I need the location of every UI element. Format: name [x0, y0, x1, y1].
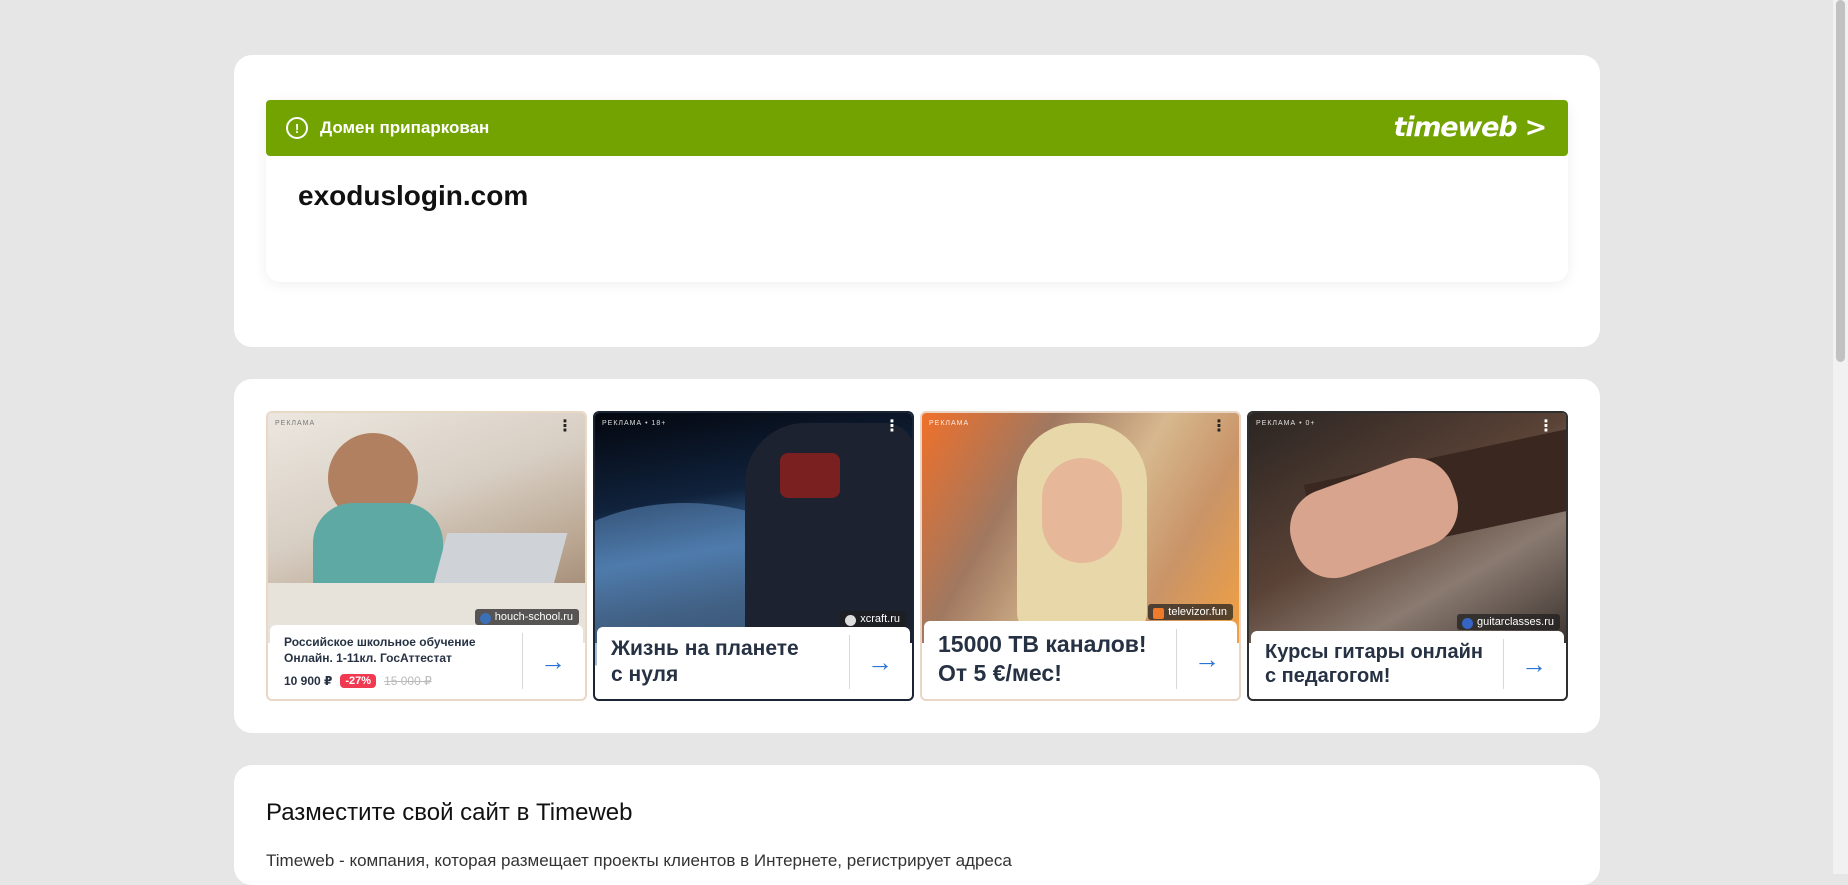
price-row: 10 900 ₽ -27% 15 000 ₽ — [284, 674, 522, 688]
ad-label: РЕКЛАМА • 0+ — [1256, 420, 1316, 427]
source-icon — [845, 615, 857, 626]
parked-banner[interactable]: ! Домен припаркован timeweb > — [266, 100, 1568, 156]
scrollbar[interactable] — [1833, 0, 1848, 874]
source-icon — [479, 613, 491, 624]
ad-title: Российское школьное обучение Онлайн. 1-1… — [284, 635, 476, 665]
ad-image — [595, 413, 912, 683]
arrow-right-icon[interactable]: → — [1504, 649, 1564, 680]
ads-row: РЕКЛАМА ⋮ houch-school.ru Российское шко… — [266, 411, 1568, 701]
ad-label: РЕКЛАМА • 18+ — [602, 420, 667, 427]
old-price: 15 000 ₽ — [384, 674, 432, 688]
ad-text-box[interactable]: 15000 ТВ каналов! От 5 €/мес! → — [924, 621, 1237, 697]
ad-guitar[interactable]: РЕКЛАМА • 0+ ⋮ guitarclasses.ru Курсы ги… — [1247, 411, 1568, 701]
more-vertical-icon[interactable]: ⋮ — [1211, 419, 1227, 435]
scrollbar-thumb[interactable] — [1836, 0, 1845, 362]
ad-title-line2: От 5 €/мес! — [938, 660, 1062, 686]
ad-text-box[interactable]: Курсы гитары онлайн с педагогом! → — [1251, 631, 1564, 697]
ad-source[interactable]: houch-school.ru — [474, 609, 579, 625]
ad-image — [1249, 413, 1566, 643]
arrow-right-icon[interactable]: → — [850, 647, 910, 678]
discount-badge: -27% — [340, 674, 377, 688]
ad-text-box[interactable]: Жизнь на планете с нуля → — [597, 627, 910, 697]
ad-source[interactable]: guitarclasses.ru — [1456, 614, 1560, 630]
ad-text: 15000 ТВ каналов! От 5 €/мес! — [924, 630, 1176, 688]
parked-domain-panel: ! Домен припаркован timeweb > exoduslogi… — [266, 100, 1568, 282]
ad-title-line1: 15000 ТВ каналов! — [938, 631, 1147, 657]
ad-text-box[interactable]: Российское школьное обучение Онлайн. 1-1… — [270, 625, 583, 697]
domain-name: exoduslogin.com — [298, 180, 529, 211]
ad-title-line1: Курсы гитары онлайн — [1265, 641, 1483, 663]
info-card: Разместите свой сайт в Timeweb Timeweb -… — [234, 765, 1600, 885]
parked-domain-card: ! Домен припаркован timeweb > exoduslogi… — [234, 55, 1600, 347]
more-vertical-icon[interactable]: ⋮ — [884, 419, 900, 435]
ad-title-line1: Жизнь на планете — [611, 637, 799, 660]
info-title: Разместите свой сайт в Timeweb — [266, 799, 633, 826]
ad-source[interactable]: televizor.fun — [1148, 604, 1233, 620]
arrow-right-icon[interactable]: → — [1177, 644, 1237, 675]
ad-label: РЕКЛАМА — [929, 420, 970, 427]
ad-price: 10 900 ₽ — [284, 674, 333, 688]
ad-title-line2: с нуля — [611, 663, 679, 686]
timeweb-logo[interactable]: timeweb > — [1394, 112, 1548, 143]
ad-text: Жизнь на планете с нуля — [597, 636, 849, 688]
ad-televizor[interactable]: РЕКЛАМА ⋮ televizor.fun 15000 ТВ каналов… — [920, 411, 1241, 701]
ad-text: Курсы гитары онлайн с педагогом! — [1251, 640, 1503, 688]
ad-xcraft[interactable]: РЕКЛАМА • 18+ ⋮ xcraft.ru Жизнь на плане… — [593, 411, 914, 701]
source-icon — [1153, 608, 1165, 619]
ad-school[interactable]: РЕКЛАМА ⋮ houch-school.ru Российское шко… — [266, 411, 587, 701]
source-icon — [1461, 618, 1473, 629]
page-content: ! Домен припаркован timeweb > exoduslogi… — [234, 55, 1600, 885]
info-text: Timeweb - компания, которая размещает пр… — [266, 851, 1012, 870]
arrow-right-icon[interactable]: → — [523, 646, 583, 677]
ads-card: РЕКЛАМА ⋮ houch-school.ru Российское шко… — [234, 379, 1600, 733]
banner-text: Домен припаркован — [320, 118, 490, 137]
ad-label: РЕКЛАМА — [275, 420, 316, 427]
more-vertical-icon[interactable]: ⋮ — [557, 419, 573, 435]
more-vertical-icon[interactable]: ⋮ — [1538, 419, 1554, 435]
ad-source[interactable]: xcraft.ru — [840, 611, 906, 627]
ad-text: Российское школьное обучение Онлайн. 1-1… — [270, 634, 522, 688]
ad-title-line2: с педагогом! — [1265, 665, 1391, 687]
warning-icon: ! — [286, 117, 308, 139]
